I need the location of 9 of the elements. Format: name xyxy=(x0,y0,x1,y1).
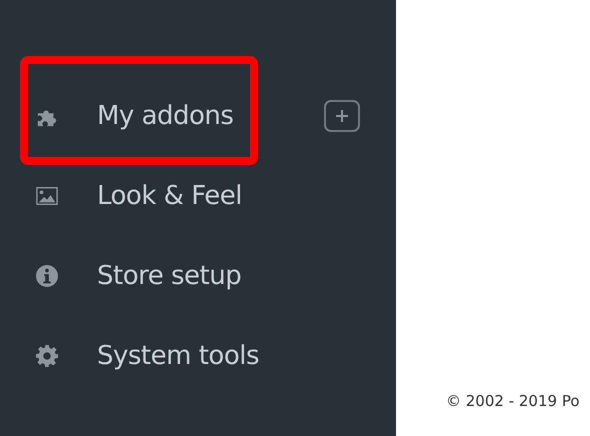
gear-icon xyxy=(36,344,58,368)
menu-item[interactable]: Store setup xyxy=(36,261,242,291)
menu-item[interactable]: System tools xyxy=(36,341,259,371)
menu-item[interactable]: My addons xyxy=(36,101,234,131)
info-icon xyxy=(36,264,58,288)
add-button[interactable] xyxy=(324,100,360,132)
copyright-text: © 2002 - 2019 Po xyxy=(446,392,580,410)
menu-item[interactable]: Look & Feel xyxy=(36,181,242,211)
image-icon xyxy=(36,186,58,206)
